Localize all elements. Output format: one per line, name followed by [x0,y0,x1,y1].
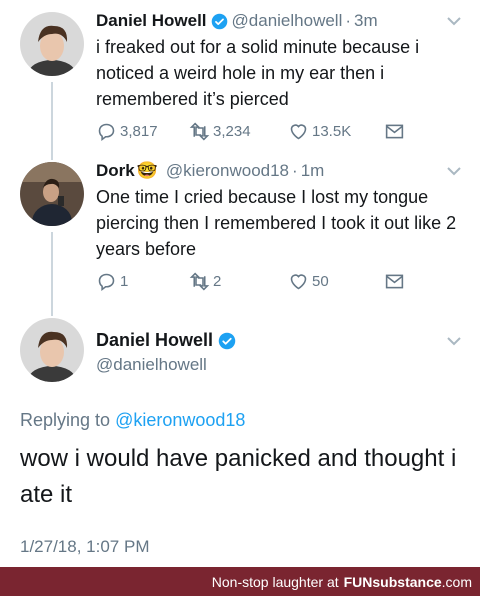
tweet-header: Dork 🤓 @kieronwood18 · 1m [96,160,466,182]
like-button[interactable]: 13.5K [288,121,351,142]
like-icon [290,273,307,289]
retweet-count: 3,234 [213,122,251,140]
watermark-brand: FUNsubstance [343,573,442,590]
like-count: 13.5K [312,122,352,140]
dm-icon [385,274,404,288]
watermark-prefix: Non-stop laughter at [211,573,339,590]
author-name[interactable]: Dork [96,160,135,182]
thread-line-2 [51,232,53,316]
verified-icon [218,332,236,349]
caret-down-icon[interactable] [446,16,462,26]
avatar[interactable] [20,318,84,382]
tweet-time[interactable]: 3m [354,10,378,32]
retweet-count: 2 [213,272,222,290]
main-tweet-text: wow i would have panicked and thought i … [20,445,457,508]
reply-count: 3,817 [120,122,158,140]
author-handle[interactable]: @danielhowell [232,10,343,32]
tweet-header: Daniel Howell @danielhowell · 3m [96,10,466,32]
tweet-2[interactable]: Dork 🤓 @kieronwood18 · 1m One time I cri… [96,160,466,262]
retweet-button[interactable]: 2 [189,271,221,292]
watermark-bar: Non-stop laughter at FUNsubstance .com [0,567,480,596]
tweet-time[interactable]: 1m [301,160,325,182]
separator-dot: · [345,11,352,30]
thread-line-1 [51,82,53,160]
author-handle[interactable]: @kieronwood18 [166,160,289,182]
dm-button[interactable] [384,271,408,292]
like-button[interactable]: 50 [288,271,329,292]
replying-to-link[interactable]: @kieronwood18 [115,410,245,430]
replying-to: Replying to @kieronwood18 [20,410,245,431]
tweet-text: i freaked out for a solid minute because… [96,37,420,109]
caret-down-icon[interactable] [446,336,462,346]
caret-down-icon[interactable] [446,166,462,176]
tweet-actions: 1 2 50 [96,270,416,292]
reply-icon [98,273,115,291]
separator-dot: · [292,161,298,180]
tweet-text: One time I cried because I lost my tongu… [96,187,457,259]
retweet-icon [189,122,210,140]
tweet-actions: 3,817 3,234 13.5K [96,120,416,142]
like-count: 50 [312,272,329,290]
reply-button[interactable]: 3,817 [96,121,158,142]
tweet-date[interactable]: 1/27/18, 1:07 PM [20,537,149,557]
retweet-icon [189,272,210,290]
retweet-button[interactable]: 3,234 [189,121,251,142]
author-handle[interactable]: @danielhowell [96,355,207,375]
dm-icon [385,124,404,138]
replying-prefix: Replying to [20,410,111,430]
reply-icon [98,123,115,141]
main-author[interactable]: Daniel Howell [96,330,236,351]
dm-button[interactable] [384,121,408,142]
watermark-domain: .com [441,573,472,590]
nerd-emoji: 🤓 [136,161,158,180]
tweet-1[interactable]: Daniel Howell @danielhowell · 3m i freak… [96,10,466,112]
reply-button[interactable]: 1 [96,271,128,292]
verified-icon [211,13,227,29]
reply-count: 1 [120,272,129,290]
author-name[interactable]: Daniel Howell [96,330,213,351]
like-icon [290,123,307,139]
avatar[interactable] [20,162,84,226]
avatar[interactable] [20,12,84,76]
author-name[interactable]: Daniel Howell [96,10,207,32]
